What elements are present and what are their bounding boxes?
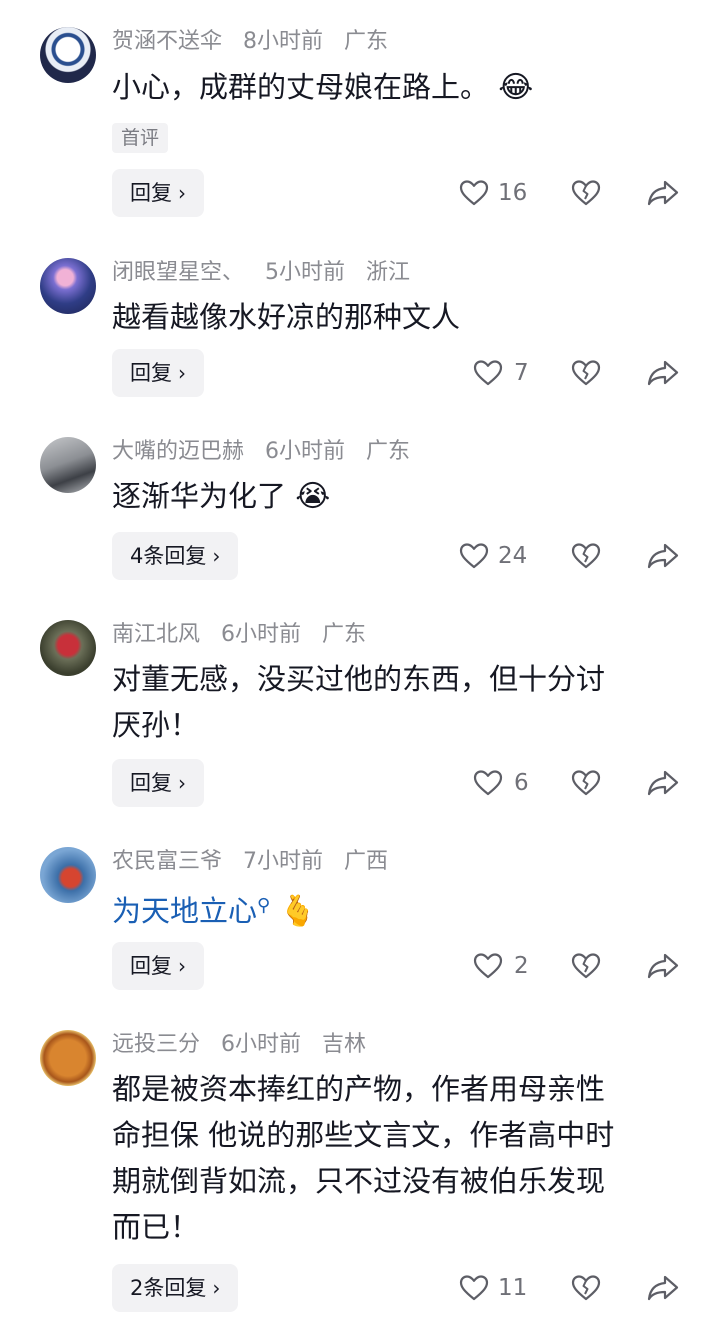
avatar[interactable] bbox=[40, 847, 96, 903]
share-arrow-icon[interactable] bbox=[646, 177, 680, 209]
timestamp: 7小时前 bbox=[243, 849, 324, 874]
comment-meta: 贺涵不送伞 8小时前 广东 bbox=[112, 27, 402, 57]
comment-meta: 南江北风 6小时前 广东 bbox=[112, 620, 380, 650]
reply-label: 4条回复 bbox=[130, 544, 207, 568]
location: 广西 bbox=[344, 849, 389, 874]
avatar[interactable] bbox=[40, 1030, 96, 1086]
comment-meta: 远投三分 6小时前 吉林 bbox=[112, 1030, 380, 1060]
comment-actions: 2 bbox=[440, 942, 690, 990]
like-count: 7 bbox=[514, 360, 529, 386]
timestamp: 6小时前 bbox=[221, 622, 302, 647]
comment-body-line: 而已！ bbox=[112, 1210, 200, 1244]
comment-actions: 24 bbox=[440, 532, 690, 580]
timestamp: 6小时前 bbox=[221, 1032, 302, 1057]
like-count: 2 bbox=[514, 953, 529, 979]
reply-label: 回复 bbox=[130, 361, 172, 385]
chevron-right-icon: › bbox=[212, 544, 221, 568]
timestamp: 6小时前 bbox=[265, 439, 346, 464]
reply-button[interactable]: 回复 › bbox=[112, 759, 204, 807]
comment-text: 对董无感，没买过他的东西，但十分讨 厌孙！ bbox=[112, 656, 692, 748]
comment-body-line: 命担保 他说的那些文言文，作者高中时 bbox=[112, 1118, 615, 1152]
comment-text: 小心，成群的丈母娘在路上。 😂 bbox=[112, 64, 692, 111]
search-icon[interactable]: ⚲ bbox=[257, 895, 270, 916]
location: 浙江 bbox=[366, 260, 411, 285]
reply-label: 回复 bbox=[130, 771, 172, 795]
comment-actions: 16 bbox=[440, 169, 690, 217]
share-arrow-icon[interactable] bbox=[646, 950, 680, 982]
avatar[interactable] bbox=[40, 258, 96, 314]
comment-actions: 11 bbox=[440, 1264, 690, 1312]
like-count: 24 bbox=[498, 543, 528, 569]
comment-body-line: 都是被资本捧红的产物，作者用母亲性 bbox=[112, 1072, 606, 1106]
broken-heart-icon[interactable] bbox=[570, 357, 602, 389]
chevron-right-icon: › bbox=[178, 771, 186, 795]
location: 广东 bbox=[366, 439, 411, 464]
comment-text: 越看越像水好凉的那种文人 bbox=[112, 294, 692, 340]
comment-meta: 闭眼望星空、 5小时前 浙江 bbox=[112, 258, 424, 288]
comment-text: 都是被资本捧红的产物，作者用母亲性 命担保 他说的那些文言文，作者高中时 期就倒… bbox=[112, 1066, 692, 1250]
username[interactable]: 大嘴的迈巴赫 bbox=[112, 439, 244, 464]
username[interactable]: 贺涵不送伞 bbox=[112, 29, 222, 54]
comment-text: 逐渐华为化了 😭 bbox=[112, 473, 692, 520]
heart-outline-icon[interactable] bbox=[458, 540, 490, 572]
heart-outline-icon[interactable] bbox=[472, 950, 504, 982]
share-arrow-icon[interactable] bbox=[646, 357, 680, 389]
comment-body: 越看越像水好凉的那种文人 bbox=[112, 300, 461, 334]
replies-button[interactable]: 2条回复 › bbox=[112, 1264, 239, 1312]
broken-heart-icon[interactable] bbox=[570, 1272, 602, 1304]
location: 广东 bbox=[344, 29, 389, 54]
comment-body: 小心，成群的丈母娘在路上。 bbox=[112, 70, 490, 104]
search-link[interactable]: 为天地立心 bbox=[112, 894, 257, 928]
reply-button[interactable]: 回复 › bbox=[112, 169, 204, 217]
comment-meta: 大嘴的迈巴赫 6小时前 广东 bbox=[112, 437, 424, 467]
heart-outline-icon[interactable] bbox=[472, 357, 504, 389]
broken-heart-icon[interactable] bbox=[570, 540, 602, 572]
username[interactable]: 闭眼望星空、 bbox=[112, 260, 244, 285]
timestamp: 5小时前 bbox=[265, 260, 346, 285]
finger-heart-emoji-icon: 🫰 bbox=[279, 894, 317, 929]
location: 广东 bbox=[322, 622, 367, 647]
heart-outline-icon[interactable] bbox=[472, 767, 504, 799]
chevron-right-icon: › bbox=[212, 1276, 221, 1300]
reply-label: 2条回复 bbox=[130, 1276, 207, 1300]
comment-text: 为天地立心⚲ 🫰 bbox=[112, 883, 692, 935]
first-comment-badge: 首评 bbox=[112, 123, 169, 153]
broken-heart-icon[interactable] bbox=[570, 950, 602, 982]
reply-label: 回复 bbox=[130, 954, 172, 978]
reply-label: 回复 bbox=[130, 181, 172, 205]
share-arrow-icon[interactable] bbox=[646, 1272, 680, 1304]
like-count: 16 bbox=[498, 180, 528, 206]
chevron-right-icon: › bbox=[178, 181, 186, 205]
timestamp: 8小时前 bbox=[243, 29, 324, 54]
heart-outline-icon[interactable] bbox=[458, 1272, 490, 1304]
share-arrow-icon[interactable] bbox=[646, 540, 680, 572]
location: 吉林 bbox=[322, 1032, 367, 1057]
avatar[interactable] bbox=[40, 27, 96, 83]
comment-body: 逐渐华为化了 bbox=[112, 479, 287, 513]
chevron-right-icon: › bbox=[178, 954, 186, 978]
crying-emoji-icon: 😭 bbox=[295, 479, 331, 514]
comment-body-line: 厌孙！ bbox=[112, 708, 200, 742]
comment-meta: 农民富三爷 7小时前 广西 bbox=[112, 847, 402, 877]
avatar[interactable] bbox=[40, 437, 96, 493]
comment-body-line: 期就倒背如流，只不过没有被伯乐发现 bbox=[112, 1164, 606, 1198]
like-count: 6 bbox=[514, 770, 529, 796]
avatar[interactable] bbox=[40, 620, 96, 676]
username[interactable]: 远投三分 bbox=[112, 1032, 200, 1057]
chevron-right-icon: › bbox=[178, 361, 186, 385]
broken-heart-icon[interactable] bbox=[570, 767, 602, 799]
replies-button[interactable]: 4条回复 › bbox=[112, 532, 239, 580]
broken-heart-icon[interactable] bbox=[570, 177, 602, 209]
comment-actions: 7 bbox=[440, 349, 690, 397]
username[interactable]: 南江北风 bbox=[112, 622, 200, 647]
comment-actions: 6 bbox=[440, 759, 690, 807]
comment-body-line: 对董无感，没买过他的东西，但十分讨 bbox=[112, 662, 606, 696]
like-count: 11 bbox=[498, 1275, 528, 1301]
laughing-emoji-icon: 😂 bbox=[498, 70, 534, 105]
reply-button[interactable]: 回复 › bbox=[112, 942, 204, 990]
share-arrow-icon[interactable] bbox=[646, 767, 680, 799]
username[interactable]: 农民富三爷 bbox=[112, 849, 222, 874]
heart-outline-icon[interactable] bbox=[458, 177, 490, 209]
reply-button[interactable]: 回复 › bbox=[112, 349, 204, 397]
